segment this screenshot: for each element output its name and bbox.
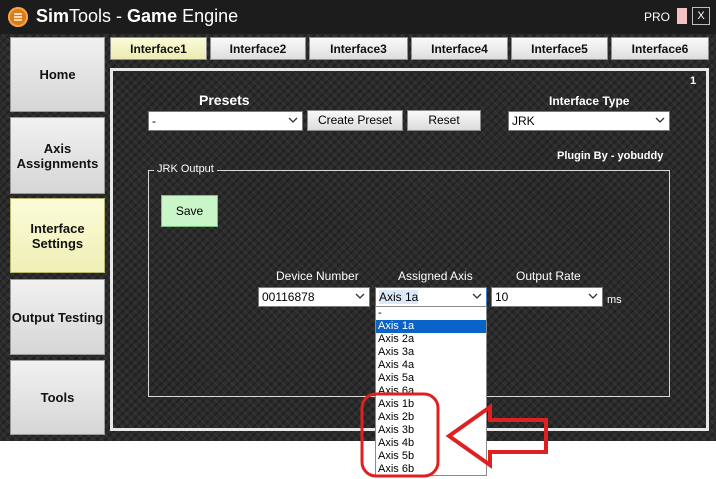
output-rate-value: 10 (495, 290, 509, 304)
dropdown-option[interactable]: Axis 2b (376, 411, 486, 424)
chevron-down-icon (288, 117, 298, 123)
chevron-down-icon (655, 117, 665, 123)
dropdown-option[interactable]: Axis 6b (376, 463, 486, 476)
dropdown-option[interactable]: Axis 5a (376, 372, 486, 385)
sidebar-item-axis-assignments[interactable]: Axis Assignments (10, 117, 105, 194)
create-preset-button[interactable]: Create Preset (307, 110, 403, 131)
interface-type-value: JRK (512, 114, 535, 128)
assigned-axis-dropdown: - Axis 1a Axis 2a Axis 3a Axis 4a Axis 5… (375, 306, 487, 476)
app-window: SimTools - Game Engine PRO X Home Axis A… (0, 0, 716, 441)
assigned-axis-select[interactable]: Axis 1a (375, 287, 487, 307)
dropdown-option[interactable]: Axis 1b (376, 398, 486, 411)
interface-type-select[interactable]: JRK (508, 111, 670, 131)
reset-button[interactable]: Reset (407, 110, 481, 131)
title-bar: SimTools - Game Engine PRO X (0, 0, 716, 34)
dropdown-option[interactable]: Axis 6a (376, 385, 486, 398)
sidebar-item-home[interactable]: Home (10, 37, 105, 112)
tab-interface1[interactable]: Interface1 (110, 37, 207, 60)
dropdown-option[interactable]: Axis 3a (376, 346, 486, 359)
tab-interface3[interactable]: Interface3 (309, 37, 408, 60)
edition-indicator (677, 8, 687, 24)
close-button[interactable]: X (692, 7, 710, 25)
edition-label: PRO (644, 10, 671, 24)
preset-select[interactable]: - (148, 111, 303, 131)
dropdown-option[interactable]: Axis 3b (376, 424, 486, 437)
tab-interface4[interactable]: Interface4 (411, 37, 508, 60)
dropdown-option[interactable]: - (376, 307, 486, 320)
device-number-select[interactable]: 00116878 (258, 287, 370, 307)
dropdown-option[interactable]: Axis 2a (376, 333, 486, 346)
panel-number: 1 (690, 75, 697, 87)
tab-interface6[interactable]: Interface6 (611, 37, 709, 60)
chevron-down-icon (588, 293, 598, 299)
sidebar-item-tools[interactable]: Tools (10, 360, 105, 435)
preset-select-value: - (152, 114, 156, 128)
simtools-logo-icon (8, 7, 28, 27)
sidebar-item-output-testing[interactable]: Output Testing (10, 279, 105, 355)
output-rate-label: Output Rate (516, 269, 581, 283)
chevron-down-icon (472, 293, 482, 299)
dropdown-option-selected[interactable]: Axis 1a (376, 320, 486, 333)
save-button[interactable]: Save (161, 195, 218, 227)
dropdown-option[interactable]: Axis 5b (376, 450, 486, 463)
app-title: SimTools - Game Engine (36, 6, 239, 26)
interface-type-label: Interface Type (549, 94, 630, 108)
chevron-down-icon (355, 293, 365, 299)
output-rate-unit: ms (607, 294, 622, 306)
tab-interface5[interactable]: Interface5 (511, 37, 608, 60)
jrk-output-group-title: JRK Output (154, 163, 217, 175)
presets-label: Presets (199, 92, 250, 108)
plugin-credit: Plugin By - yobuddy (557, 150, 664, 162)
dropdown-option[interactable]: Axis 4b (376, 437, 486, 450)
dropdown-option[interactable]: Axis 4a (376, 359, 486, 372)
assigned-axis-label: Assigned Axis (398, 269, 473, 283)
output-rate-select[interactable]: 10 (491, 287, 603, 307)
device-number-label: Device Number (276, 269, 359, 283)
device-number-value: 00116878 (262, 290, 315, 304)
assigned-axis-value: Axis 1a (379, 290, 419, 304)
tab-interface2[interactable]: Interface2 (210, 37, 306, 60)
sidebar-item-interface-settings[interactable]: Interface Settings (10, 198, 105, 273)
